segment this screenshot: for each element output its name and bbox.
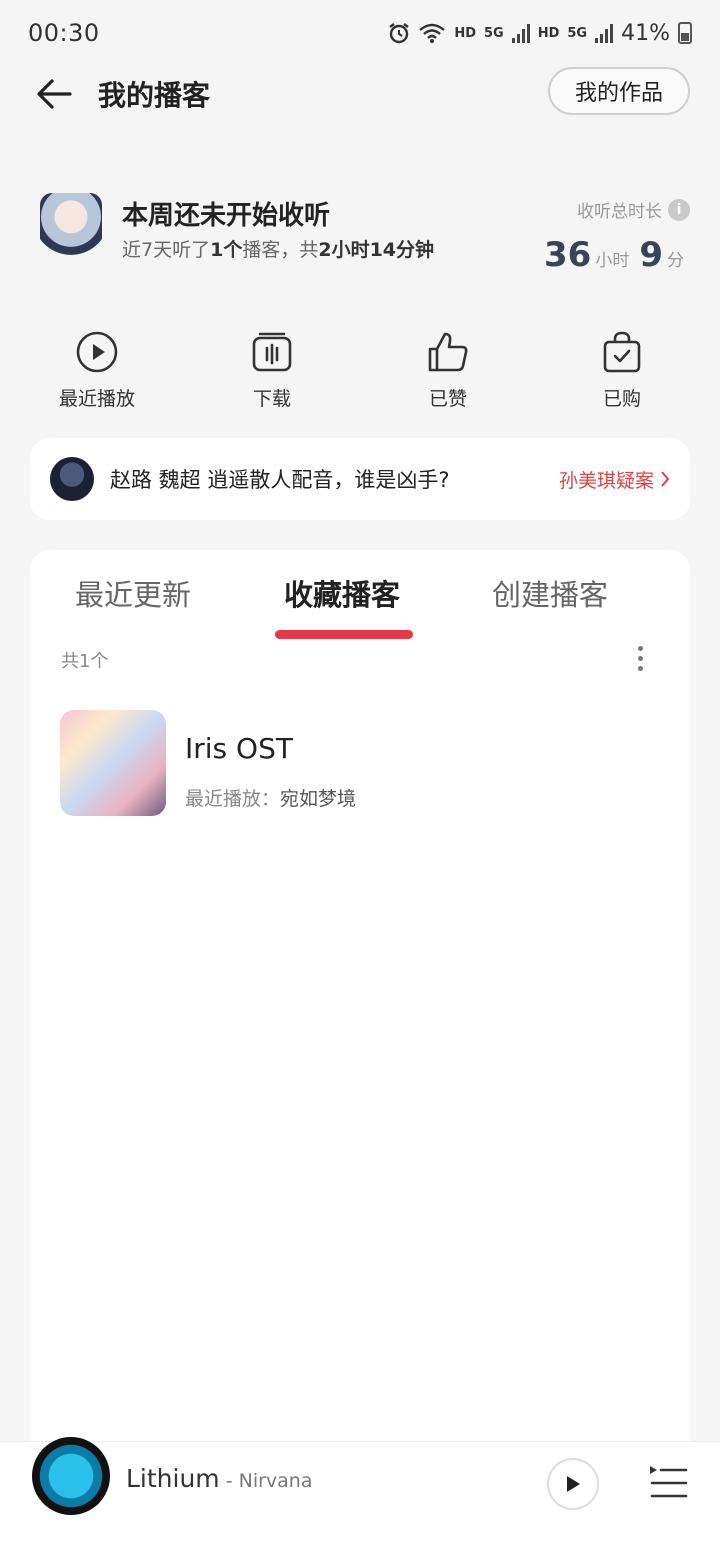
hours-unit: 小时 <box>595 251 630 271</box>
quick-liked[interactable]: 已赞 <box>388 330 508 411</box>
playlist-icon[interactable] <box>648 1464 688 1500</box>
list-item[interactable]: Iris OST 最近播放：宛如梦境 <box>60 708 660 818</box>
week-sub-prefix: 近7天听了 <box>122 239 211 261</box>
back-arrow-icon[interactable] <box>34 74 74 114</box>
quick-purchased-label: 已购 <box>602 388 641 410</box>
status-icons: HD 5G HD 5G 41% <box>388 21 692 46</box>
recommendation-link-text: 孙美琪疑案 <box>558 469 654 492</box>
week-status-title: 本周还未开始收听 <box>122 201 331 231</box>
podcast-last-played: 最近播放：宛如梦境 <box>185 784 356 811</box>
status-bar: 00:30 HD 5G HD 5G 41% <box>0 0 720 66</box>
quick-recent-play[interactable]: 最近播放 <box>37 330 157 411</box>
quick-actions: 最近播放 下载 已赞 已购 <box>0 330 720 420</box>
status-time: 00:30 <box>28 19 100 47</box>
quick-liked-label: 已赞 <box>428 388 467 410</box>
now-playing-song: Lithium - Nirvana <box>126 1464 313 1493</box>
my-works-button[interactable]: 我的作品 <box>548 67 690 115</box>
podcast-title: Iris OST <box>185 732 293 765</box>
purchased-bag-icon <box>603 331 641 373</box>
signal-icon <box>511 23 530 43</box>
tab-created[interactable]: 创建播客 <box>492 572 608 614</box>
listening-summary: 本周还未开始收听 近7天听了1个播客，共2小时14分钟 收听总时长 i 36 小… <box>0 185 720 275</box>
podcast-list-card: 最近更新 收藏播客 创建播客 共1个 Iris OST 最近播放：宛如梦境 <box>30 550 690 1544</box>
tab-recent-updates[interactable]: 最近更新 <box>75 572 191 614</box>
recommendation-text: 赵路 魏超 逍遥散人配音，谁是凶手? <box>110 468 450 492</box>
minutes-unit: 分 <box>667 251 684 271</box>
recommendation-link[interactable]: 孙美琪疑案 <box>559 466 670 493</box>
podcast-cover <box>60 710 166 816</box>
hd-badge: HD <box>454 25 476 41</box>
network-badge-2: 5G <box>567 25 588 41</box>
quick-recent-label: 最近播放 <box>58 388 135 410</box>
battery-percent: 41% <box>621 20 670 46</box>
album-disc[interactable] <box>32 1437 110 1515</box>
week-sub-mid: 播客，共 <box>242 239 319 261</box>
active-tab-indicator <box>275 630 413 639</box>
page-title: 我的播客 <box>98 79 211 112</box>
song-separator: - <box>219 1470 239 1492</box>
total-hours: 36 <box>544 235 592 275</box>
week-sub-count: 1个 <box>210 239 243 261</box>
song-artist: Nirvana <box>238 1470 313 1492</box>
song-title: Lithium <box>126 1464 220 1493</box>
signal-icon-2 <box>595 23 614 43</box>
tab-favorites[interactable]: 收藏播客 <box>284 572 400 614</box>
total-duration-label: 收听总时长 i <box>577 197 690 222</box>
total-duration-value: 36 小时 9 分 <box>544 235 690 275</box>
total-minutes: 9 <box>639 235 663 275</box>
wifi-icon <box>419 23 446 43</box>
alarm-icon <box>389 23 410 44</box>
recommendation-card[interactable]: 赵路 魏超 逍遥散人配音，谁是凶手? 孙美琪疑案 <box>30 438 690 520</box>
hd-badge-2: HD <box>537 25 560 41</box>
page-header: 我的播客 我的作品 <box>0 66 720 120</box>
week-status-subtitle: 近7天听了1个播客，共2小时14分钟 <box>122 235 434 262</box>
last-played-label: 最近播放： <box>185 788 281 810</box>
battery-icon <box>678 22 692 44</box>
week-sub-duration: 2小时14分钟 <box>318 239 435 261</box>
chevron-right-icon <box>661 471 670 487</box>
play-button[interactable] <box>547 1458 599 1510</box>
total-label-text: 收听总时长 <box>577 202 662 222</box>
quick-download-label: 下载 <box>252 388 291 410</box>
quick-download[interactable]: 下载 <box>212 330 332 411</box>
user-avatar[interactable] <box>40 193 102 261</box>
last-played-value: 宛如梦境 <box>280 788 357 810</box>
play-icon <box>567 1476 580 1492</box>
recommendation-avatar <box>50 457 94 501</box>
item-count: 共1个 <box>61 651 109 672</box>
quick-purchased[interactable]: 已购 <box>562 330 682 411</box>
info-icon[interactable]: i <box>668 198 690 221</box>
play-circle-icon <box>76 331 118 373</box>
podcast-tabs: 最近更新 收藏播客 创建播客 <box>30 572 690 639</box>
mini-player[interactable]: Lithium - Nirvana <box>0 1437 720 1544</box>
thumbs-up-icon <box>428 332 468 372</box>
network-badge: 5G <box>483 25 504 41</box>
download-icon <box>252 332 292 372</box>
more-options-icon[interactable] <box>630 642 650 678</box>
